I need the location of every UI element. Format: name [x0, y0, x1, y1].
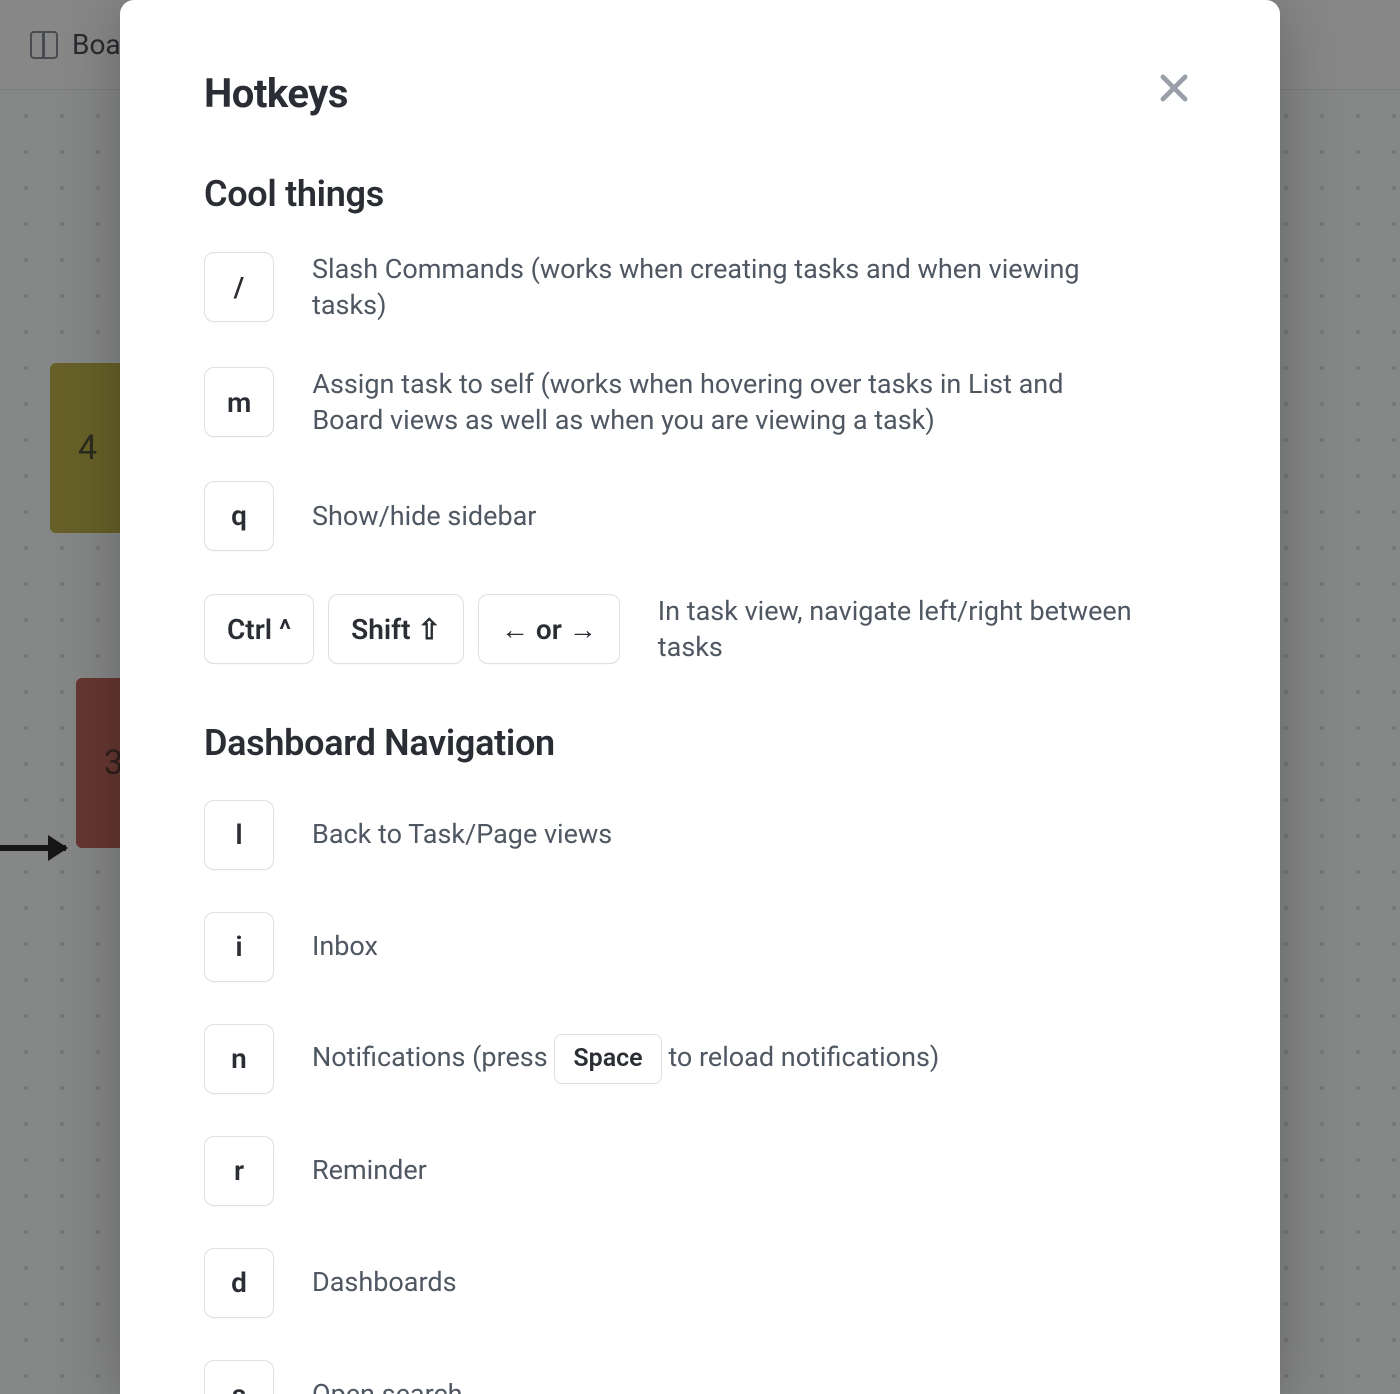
hotkey-keys: m: [204, 367, 274, 437]
close-icon: [1155, 69, 1193, 107]
hotkey-list: / Slash Commands (works when creating tas…: [204, 251, 1196, 666]
hotkey-row: n Notifications (press Space to reload no…: [204, 1024, 1196, 1094]
hotkey-description: In task view, navigate left/right betwee…: [658, 593, 1196, 666]
keycap: l: [204, 800, 274, 870]
hotkey-row: i Inbox: [204, 912, 1196, 982]
hotkey-keys: q: [204, 481, 274, 551]
hotkey-keys: n: [204, 1024, 274, 1094]
keycap: Shift ⇧: [328, 594, 464, 664]
hotkey-row: Ctrl ^Shift ⇧← or → In task view, navigat…: [204, 593, 1196, 666]
hotkey-keys: l: [204, 800, 274, 870]
hotkey-list: l Back to Task/Page views i Inbox n Notificat…: [204, 800, 1196, 1394]
hotkey-description: Show/hide sidebar: [312, 498, 536, 534]
keycap: q: [204, 481, 274, 551]
modal-title: Hotkeys: [204, 70, 348, 117]
hotkey-row: d Dashboards: [204, 1248, 1196, 1318]
hotkey-description-suffix: to reload notifications): [662, 1041, 940, 1073]
hotkey-description: Slash Commands (works when creating task…: [312, 251, 1092, 324]
hotkey-description: Notifications (press Space to reload not…: [312, 1034, 939, 1084]
keycap-inline: Space: [554, 1034, 661, 1084]
hotkey-description: Inbox: [312, 928, 378, 964]
keycap: Ctrl ^: [204, 594, 314, 664]
section-title: Dashboard Navigation: [204, 722, 1196, 764]
keycap: i: [204, 912, 274, 982]
hotkey-description: Open search: [312, 1376, 463, 1394]
hotkey-keys: r: [204, 1136, 274, 1206]
hotkey-keys: d: [204, 1248, 274, 1318]
hotkey-keys: s: [204, 1360, 274, 1394]
section-title: Cool things: [204, 173, 1196, 215]
keycap: s: [204, 1360, 274, 1394]
hotkey-keys: i: [204, 912, 274, 982]
hotkey-keys: /: [204, 252, 274, 322]
keycap: d: [204, 1248, 274, 1318]
hotkey-row: r Reminder: [204, 1136, 1196, 1206]
hotkey-description: Back to Task/Page views: [312, 816, 612, 852]
hotkey-row: s Open search: [204, 1360, 1196, 1394]
hotkey-description: Reminder: [312, 1152, 427, 1188]
keycap: m: [204, 367, 274, 437]
hotkey-row: / Slash Commands (works when creating tas…: [204, 251, 1196, 324]
modal-header: Hotkeys: [204, 70, 1196, 117]
keycap: ← or →: [478, 594, 620, 664]
keycap: r: [204, 1136, 274, 1206]
hotkey-row: l Back to Task/Page views: [204, 800, 1196, 870]
hotkeys-modal: Hotkeys Cool things / Slash Commands (work…: [120, 0, 1280, 1394]
hotkey-keys: Ctrl ^Shift ⇧← or →: [204, 594, 620, 664]
hotkey-row: m Assign task to self (works when hoverin…: [204, 366, 1196, 439]
hotkey-description: Dashboards: [312, 1264, 457, 1300]
keycap: /: [204, 252, 274, 322]
keycap: n: [204, 1024, 274, 1094]
hotkey-row: q Show/hide sidebar: [204, 481, 1196, 551]
hotkey-description: Assign task to self (works when hovering…: [312, 366, 1092, 439]
close-button[interactable]: [1152, 66, 1196, 110]
hotkey-description-prefix: Notifications (press: [312, 1041, 554, 1073]
